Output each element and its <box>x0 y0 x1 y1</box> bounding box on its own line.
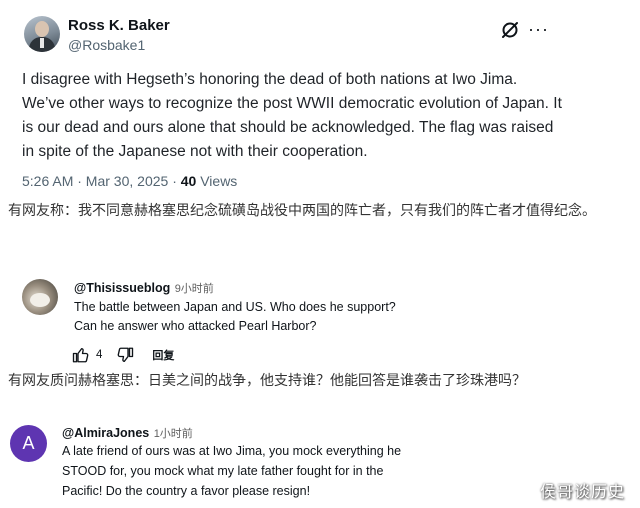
thumbs-up-icon[interactable] <box>72 346 90 364</box>
caption-1: 有网友称：我不同意赫格塞思纪念硫磺岛战役中两国的阵亡者，只有我们的阵亡者才值得纪… <box>8 203 596 219</box>
comment-time: 1小时前 <box>153 428 193 440</box>
comment-line: Can he answer who attacked Pearl Harbor? <box>74 319 317 333</box>
author-avatar[interactable] <box>24 16 60 52</box>
views-label: Views <box>196 173 238 189</box>
author-handle[interactable]: @Rosbake1 <box>68 37 145 53</box>
caption-2: 有网友质问赫格塞思：日美之间的战争，他支持谁？他能回答是谁袭击了珍珠港吗？ <box>8 373 526 389</box>
avatar-letter: A <box>22 433 35 453</box>
comment-username[interactable]: @AlmiraJones <box>62 426 149 440</box>
thumbs-down-icon[interactable] <box>116 346 134 364</box>
commenter-avatar[interactable] <box>22 279 58 315</box>
watermark: 侯哥谈历史 <box>540 482 626 501</box>
more-icon[interactable]: ··· <box>528 19 550 39</box>
avatar-photo-shape <box>30 293 50 307</box>
comment-line: STOOD for, you mock what my late father … <box>62 464 384 478</box>
views-count: 40 <box>180 173 197 189</box>
comment-header: @AlmiraJones 1小时前 <box>62 424 193 442</box>
comment-header: @Thisissueblog 9小时前 <box>74 279 214 297</box>
grok-icon[interactable] <box>500 20 520 40</box>
comment-text: The battle between Japan and US. Who doe… <box>74 298 494 336</box>
author-name[interactable]: Ross K. Baker <box>68 17 170 34</box>
comment-time: 9小时前 <box>174 283 214 295</box>
comment-username[interactable]: @Thisissueblog <box>74 281 170 295</box>
tweet-timestamp[interactable]: 5:26 AM · Mar 30, 2025 · <box>22 173 181 189</box>
avatar-shirt <box>40 38 44 48</box>
tweet-text: I disagree with Hegseth’s honoring the d… <box>22 71 562 160</box>
comment-actions: 4 回复 <box>72 345 174 365</box>
tweet-meta: 5:26 AM · Mar 30, 2025 · 40 Views <box>22 173 237 189</box>
comment-text: A late friend of ours was at Iwo Jima, y… <box>62 441 482 501</box>
like-count: 4 <box>96 349 103 361</box>
avatar-head <box>35 21 49 37</box>
commenter-avatar[interactable]: A <box>10 425 47 462</box>
comment-line: A late friend of ours was at Iwo Jima, y… <box>62 444 402 458</box>
reply-button[interactable]: 回复 <box>152 347 174 363</box>
comment-line: Pacific! Do the country a favor please r… <box>62 484 311 498</box>
comment-line: The battle between Japan and US. Who doe… <box>74 300 396 314</box>
